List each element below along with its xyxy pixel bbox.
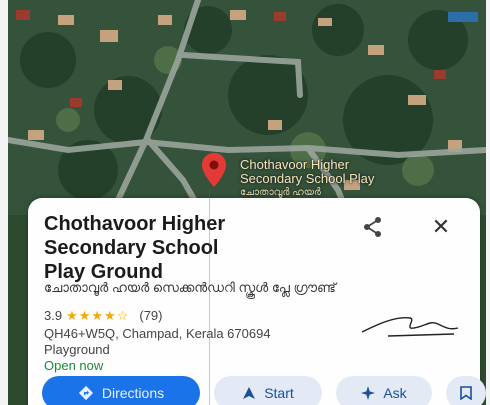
- handwritten-signature: [361, 317, 459, 337]
- directions-button[interactable]: Directions: [42, 376, 200, 405]
- pin-label-line1: Chothavoor Higher: [240, 157, 350, 172]
- share-icon[interactable]: [360, 214, 386, 240]
- screen-artifact-line: [209, 190, 210, 405]
- place-title-line1: Chothavoor Higher: [44, 213, 226, 235]
- pin-label-line2: Secondary School Play: [240, 171, 375, 186]
- ask-label: Ask: [383, 385, 407, 401]
- place-category: Playground: [44, 342, 110, 357]
- directions-label: Directions: [101, 385, 165, 401]
- save-button[interactable]: [446, 376, 486, 405]
- rating-row[interactable]: 3.9 ★★★★☆ (79): [44, 308, 162, 324]
- place-name-malayalam: ചോതാവൂർ ഹയർ സെക്കൻഡറി സ്കൂൾ പ്ലേ ഗ്രൗണ്ട…: [44, 280, 336, 295]
- place-details-sheet: Chothavoor Higher Secondary School Play …: [28, 198, 486, 405]
- map-pin-icon[interactable]: [201, 152, 227, 188]
- place-title-line2: Secondary School: [44, 237, 219, 259]
- rating-value: 3.9: [44, 308, 63, 323]
- sparkle-icon: [361, 386, 376, 400]
- map-pin-label: Chothavoor Higher Secondary School Play …: [240, 158, 374, 200]
- place-title: Chothavoor Higher Secondary School Play …: [44, 212, 334, 284]
- place-address: QH46+W5Q, Champad, Kerala 670694: [44, 326, 271, 341]
- directions-icon: [78, 385, 93, 401]
- bookmark-icon: [460, 386, 472, 400]
- close-icon[interactable]: ✕: [426, 212, 456, 242]
- review-count: (79): [139, 308, 163, 323]
- navigation-arrow-icon: [243, 387, 256, 399]
- app-frame: Chothavoor Higher Secondary School Play …: [8, 0, 486, 405]
- open-status: Open now: [44, 358, 104, 373]
- start-label: Start: [264, 385, 294, 401]
- ask-button[interactable]: Ask: [336, 376, 432, 405]
- start-button[interactable]: Start: [214, 376, 322, 405]
- rating-stars: ★★★★☆: [66, 308, 130, 323]
